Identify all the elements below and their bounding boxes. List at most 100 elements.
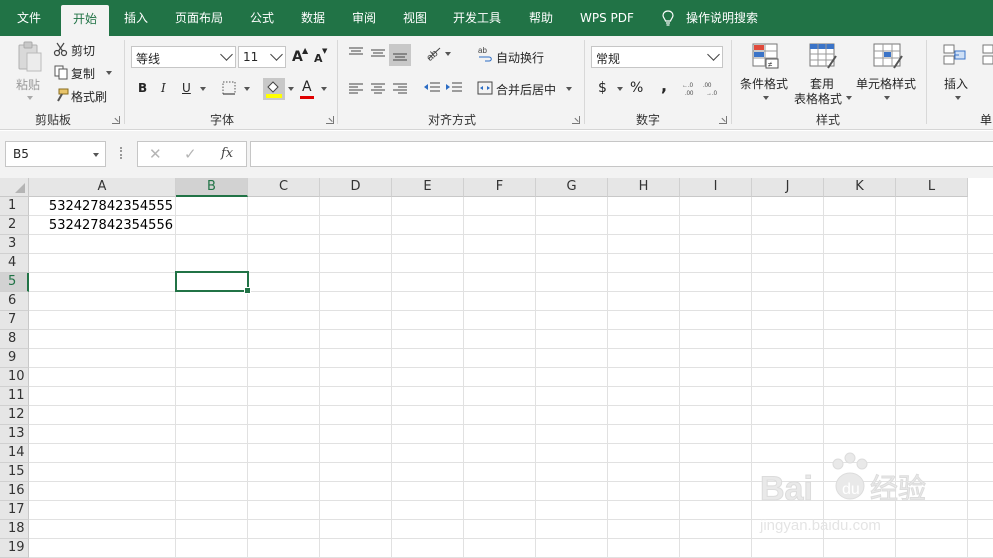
tab-data[interactable]: 数据 xyxy=(301,0,325,36)
insert-cells-label[interactable]: 插入 xyxy=(944,75,968,92)
italic-button[interactable]: I xyxy=(161,81,166,95)
column-header-k[interactable]: K xyxy=(824,178,896,197)
formula-input[interactable] xyxy=(250,141,993,167)
increase-decimal-icon[interactable]: ←.0 .00 xyxy=(682,80,698,96)
number-format-select[interactable]: 常规 xyxy=(591,46,723,68)
tab-page-layout[interactable]: 页面布局 xyxy=(175,0,223,36)
tab-file[interactable]: 文件 xyxy=(17,0,41,36)
column-header-l[interactable]: L xyxy=(896,178,968,197)
font-launcher-icon[interactable] xyxy=(326,116,334,124)
bold-button[interactable]: B xyxy=(138,81,147,95)
column-header-g[interactable]: G xyxy=(536,178,608,197)
row-header-19[interactable]: 19 xyxy=(0,539,29,558)
font-color-dropdown-icon[interactable] xyxy=(321,87,327,91)
conditional-formatting-icon[interactable]: ≠ xyxy=(751,42,781,70)
format-table-dropdown-icon[interactable] xyxy=(846,96,852,100)
column-header-c[interactable]: C xyxy=(248,178,320,197)
tab-developer[interactable]: 开发工具 xyxy=(453,0,501,36)
orientation-dropdown-icon[interactable] xyxy=(445,52,451,56)
borders-icon[interactable] xyxy=(221,80,237,96)
paste-icon[interactable] xyxy=(15,41,45,73)
select-all-button[interactable] xyxy=(0,178,29,197)
decrease-indent-icon[interactable] xyxy=(423,81,441,95)
row-header-9[interactable]: 9 xyxy=(0,349,29,368)
fill-color-icon[interactable] xyxy=(263,78,285,100)
row-header-10[interactable]: 10 xyxy=(0,368,29,387)
currency-dropdown-icon[interactable] xyxy=(617,87,623,91)
cancel-icon[interactable]: ✕ xyxy=(149,145,162,163)
row-header-17[interactable]: 17 xyxy=(0,501,29,520)
row-header-11[interactable]: 11 xyxy=(0,387,29,406)
tab-view[interactable]: 视图 xyxy=(403,0,427,36)
currency-button[interactable]: $ xyxy=(598,80,607,96)
cell-styles-icon[interactable] xyxy=(872,42,904,70)
paste-label[interactable]: 粘贴 xyxy=(16,76,40,93)
insert-cells-icon[interactable] xyxy=(941,42,969,70)
column-header-f[interactable]: F xyxy=(464,178,536,197)
tell-me-search[interactable]: 操作说明搜索 xyxy=(686,0,758,36)
align-top-icon[interactable] xyxy=(348,46,364,60)
row-header-12[interactable]: 12 xyxy=(0,406,29,425)
column-header-d[interactable]: D xyxy=(320,178,392,197)
merge-dropdown-icon[interactable] xyxy=(566,87,572,91)
paste-dropdown-icon[interactable] xyxy=(27,96,33,100)
name-box[interactable]: B5 xyxy=(5,141,106,167)
row-header-14[interactable]: 14 xyxy=(0,444,29,463)
tab-review[interactable]: 审阅 xyxy=(352,0,376,36)
formula-bar-grip[interactable] xyxy=(120,147,122,159)
underline-button[interactable]: U xyxy=(182,81,191,95)
row-header-6[interactable]: 6 xyxy=(0,292,29,311)
row-header-16[interactable]: 16 xyxy=(0,482,29,501)
format-painter-label[interactable]: 格式刷 xyxy=(71,88,107,105)
align-center-icon[interactable] xyxy=(370,82,386,96)
active-cell-selection[interactable] xyxy=(175,271,251,294)
align-middle-icon[interactable] xyxy=(370,46,386,60)
copy-label[interactable]: 复制 xyxy=(71,65,95,82)
row-header-7[interactable]: 7 xyxy=(0,311,29,330)
orientation-icon[interactable]: ab xyxy=(424,45,442,61)
row-header-3[interactable]: 3 xyxy=(0,235,29,254)
row-header-4[interactable]: 4 xyxy=(0,254,29,273)
cut-label[interactable]: 剪切 xyxy=(71,42,95,59)
copy-icon[interactable] xyxy=(53,64,69,80)
comma-button[interactable]: , xyxy=(661,76,667,95)
wrap-text-label[interactable]: 自动换行 xyxy=(496,49,544,66)
underline-dropdown-icon[interactable] xyxy=(200,87,206,91)
decrease-decimal-icon[interactable]: .00 →.0 xyxy=(703,80,719,96)
tab-wps-pdf[interactable]: WPS PDF xyxy=(580,0,634,36)
tab-formulas[interactable]: 公式 xyxy=(250,0,274,36)
insert-dropdown-icon[interactable] xyxy=(955,96,961,100)
scissors-icon[interactable] xyxy=(53,41,69,57)
tab-insert[interactable]: 插入 xyxy=(124,0,148,36)
fill-color-dropdown-icon[interactable] xyxy=(288,87,294,91)
format-as-table-icon[interactable] xyxy=(808,42,838,70)
tab-home[interactable]: 开始 xyxy=(61,5,110,36)
number-launcher-icon[interactable] xyxy=(719,116,727,124)
name-box-dropdown-icon[interactable] xyxy=(93,153,99,157)
column-header-i[interactable]: I xyxy=(680,178,752,197)
wrap-text-icon[interactable]: ab xyxy=(477,46,493,62)
align-right-icon[interactable] xyxy=(392,82,408,96)
format-painter-icon[interactable] xyxy=(53,87,69,103)
row-header-18[interactable]: 18 xyxy=(0,520,29,539)
percent-button[interactable]: % xyxy=(630,80,643,96)
enter-icon[interactable]: ✓ xyxy=(184,145,197,163)
copy-dropdown-icon[interactable] xyxy=(106,71,112,75)
column-header-a[interactable]: A xyxy=(29,178,176,197)
alignment-launcher-icon[interactable] xyxy=(572,116,580,124)
borders-dropdown-icon[interactable] xyxy=(244,87,250,91)
align-bottom-button[interactable] xyxy=(389,44,411,66)
merge-center-label[interactable]: 合并后居中 xyxy=(496,81,556,98)
font-size-select[interactable]: 11 xyxy=(238,46,286,68)
cell-a2[interactable]: 532427842354556 xyxy=(29,216,175,235)
row-header-13[interactable]: 13 xyxy=(0,425,29,444)
column-header-b[interactable]: B xyxy=(176,178,248,197)
font-name-select[interactable]: 等线 xyxy=(131,46,236,68)
delete-cells-icon[interactable] xyxy=(980,42,993,70)
row-header-8[interactable]: 8 xyxy=(0,330,29,349)
row-header-5[interactable]: 5 xyxy=(0,273,29,292)
merge-center-icon[interactable] xyxy=(477,80,493,96)
align-left-icon[interactable] xyxy=(348,82,364,96)
column-header-j[interactable]: J xyxy=(752,178,824,197)
clipboard-launcher-icon[interactable] xyxy=(112,116,120,124)
